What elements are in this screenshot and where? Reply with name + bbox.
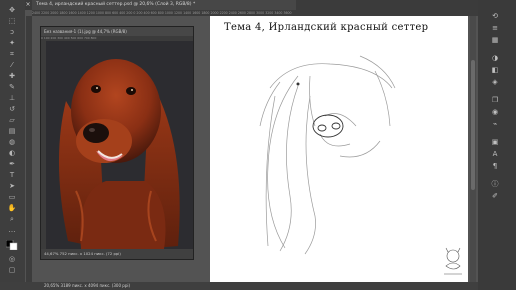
shape-tool-icon[interactable]: ▭ (6, 193, 18, 202)
reference-status-bar: 44,67% 752 пикс. x 1024 пикс. (72 ppi) (41, 249, 193, 259)
magic-wand-icon[interactable]: ✦ (6, 39, 18, 48)
scrollbar-thumb[interactable] (471, 60, 475, 190)
document-tab[interactable]: Тема 4, ирландский красный сеттер.psd @ … (32, 0, 296, 10)
libraries-panel-icon[interactable]: ▣ (488, 138, 502, 147)
brush-tool-icon[interactable]: ✎ (6, 83, 18, 92)
marquee-tool-icon[interactable]: ⬚ (6, 17, 18, 26)
brush-settings-icon[interactable]: ✐ (488, 192, 502, 201)
move-tool-icon[interactable]: ✥ (6, 6, 18, 15)
channels-panel-icon[interactable]: ◉ (488, 108, 502, 117)
close-document-button[interactable]: × (25, 0, 31, 10)
healing-brush-icon[interactable]: ✚ (6, 72, 18, 81)
reference-window-tab[interactable]: Без названия-1 (1).jpg @ 44,7% (RGB/8) (41, 27, 193, 36)
clone-stamp-icon[interactable]: ⊥ (6, 94, 18, 103)
paths-panel-icon[interactable]: ⌁ (488, 120, 502, 129)
eyedropper-icon[interactable]: ⁄ (6, 61, 18, 70)
path-select-icon[interactable]: ➤ (6, 182, 18, 191)
adjustments-panel-icon[interactable]: ◧ (488, 66, 502, 75)
lasso-tool-icon[interactable]: ↄ (6, 28, 18, 37)
character-panel-icon[interactable]: A (488, 150, 502, 159)
tools-panel: ✥ ⬚ ↄ ✦ ⌗ ⁄ ✚ ✎ ⊥ ↺ ▱ ▤ ◍ ◐ ✒ T ➤ ▭ ✋ ⌕ … (0, 0, 25, 290)
artist-logo-watermark (444, 247, 462, 275)
styles-panel-icon[interactable]: ◈ (488, 78, 502, 87)
color-panel-icon[interactable]: ◑ (488, 54, 502, 63)
reference-photo-window[interactable]: Без названия-1 (1).jpg @ 44,7% (RGB/8) 0… (40, 26, 194, 260)
layers-panel-icon[interactable]: ❐ (488, 96, 502, 105)
eraser-icon[interactable]: ▱ (6, 116, 18, 125)
panels-dock: ⟲ ≡ ▦ ◑ ◧ ◈ ❐ ◉ ⌁ ▣ A ¶ ⓘ ✐ (478, 0, 516, 290)
photoshop-window: × Тема 4, ирландский красный сеттер.psd … (0, 0, 516, 290)
swatches-panel-icon[interactable]: ▦ (488, 36, 502, 45)
info-panel-icon[interactable]: ⓘ (488, 180, 502, 189)
paragraph-panel-icon[interactable]: ¶ (488, 162, 502, 171)
history-brush-icon[interactable]: ↺ (6, 105, 18, 114)
irish-setter-photo (46, 41, 193, 249)
dodge-tool-icon[interactable]: ◐ (6, 149, 18, 158)
status-bar: 20,65% 3189 пикс. x 4094 пикс. (300 ppi) (0, 282, 478, 290)
pen-tool-icon[interactable]: ✒ (6, 160, 18, 169)
type-tool-icon[interactable]: T (6, 171, 18, 180)
color-swatches-icon[interactable] (5, 239, 18, 251)
gradient-tool-icon[interactable]: ▤ (6, 127, 18, 136)
more-tools-icon[interactable]: … (6, 226, 18, 235)
sketch-canvas[interactable]: Тема 4, Ирландский красный сеттер (210, 16, 468, 282)
properties-panel-icon[interactable]: ≡ (488, 24, 502, 33)
pencil-sketch-lines (259, 55, 396, 255)
screen-mode-icon[interactable]: ▢ (6, 266, 18, 275)
blur-tool-icon[interactable]: ◍ (6, 138, 18, 147)
zoom-tool-icon[interactable]: ⌕ (6, 215, 18, 224)
hand-tool-icon[interactable]: ✋ (6, 204, 18, 213)
history-panel-icon[interactable]: ⟲ (488, 12, 502, 21)
crop-tool-icon[interactable]: ⌗ (6, 50, 18, 59)
quick-mask-icon[interactable]: ◎ (6, 255, 18, 264)
